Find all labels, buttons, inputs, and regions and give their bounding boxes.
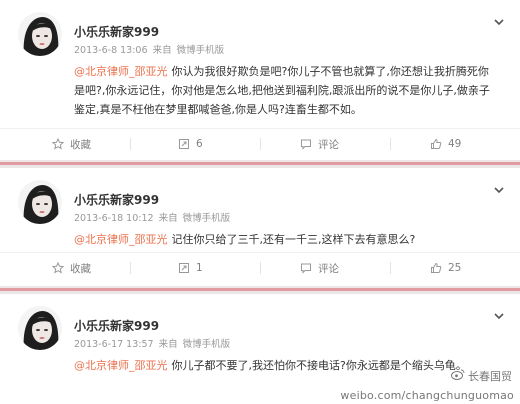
post-separator-line [0, 288, 520, 291]
comment-button[interactable]: 评论 [300, 253, 339, 283]
chevron-down-icon[interactable] [492, 14, 506, 28]
post-meta: 2013-6-8 13:06 来自 微博手机版 [74, 42, 224, 56]
post-meta: 2013-6-18 10:12 来自 微博手机版 [74, 210, 230, 224]
repost-count: 1 [196, 262, 203, 274]
thumbs-up-icon [430, 262, 442, 274]
post-username[interactable]: 小乐乐新家999 [74, 23, 159, 40]
star-icon [52, 262, 64, 274]
post-time[interactable]: 2013-6-8 13:06 [74, 45, 148, 56]
source-prefix: 来自 [152, 45, 172, 56]
favorite-label: 收藏 [70, 138, 91, 151]
post-meta: 2013-6-17 13:57 来自 微博手机版 [74, 336, 230, 350]
repost-button[interactable]: 6 [178, 129, 203, 159]
favorite-button[interactable]: 收藏 [52, 253, 91, 283]
post-username[interactable]: 小乐乐新家999 [74, 191, 159, 208]
weibo-logo-icon [451, 369, 465, 383]
avatar[interactable] [18, 306, 62, 350]
like-count: 25 [448, 262, 462, 274]
post-source[interactable]: 微博手机版 [183, 339, 231, 350]
star-icon [52, 138, 64, 150]
favorite-label: 收藏 [70, 262, 91, 275]
favorite-button[interactable]: 收藏 [52, 129, 91, 159]
divider [130, 262, 131, 274]
repost-button[interactable]: 1 [178, 253, 203, 283]
watermark: 长春国贸 weibo.com/changchunguomao [314, 362, 514, 402]
repost-icon [178, 262, 190, 274]
post-actions: 收藏 1 评论 25 [0, 252, 520, 282]
post-text: @北京律师_邵亚光 记住你只给了三千,还有一千三,这样下去有意思么? [74, 230, 494, 249]
divider [390, 138, 391, 150]
post-actions: 收藏 6 评论 49 [0, 128, 520, 158]
post-body: 记住你只给了三千,还有一千三,这样下去有意思么? [171, 233, 416, 246]
post-username[interactable]: 小乐乐新家999 [74, 317, 159, 334]
thumbs-up-icon [430, 138, 442, 150]
divider [390, 262, 391, 274]
like-count: 49 [448, 138, 462, 150]
mention-link[interactable]: @北京律师_邵亚光 [74, 233, 168, 246]
post-card: 小乐乐新家999 2013-6-8 13:06 来自 微博手机版 @北京律师_邵… [0, 0, 520, 160]
mention-link[interactable]: @北京律师_邵亚光 [74, 359, 168, 372]
chevron-down-icon[interactable] [492, 308, 506, 322]
repost-count: 6 [196, 138, 203, 150]
divider [130, 138, 131, 150]
watermark-url: weibo.com/changchunguomao [340, 389, 514, 402]
comment-icon [300, 138, 312, 150]
comment-label: 评论 [318, 262, 339, 275]
comment-icon [300, 262, 312, 274]
post-source[interactable]: 微博手机版 [177, 45, 225, 56]
watermark-brand: 长春国贸 [451, 368, 512, 384]
avatar[interactable] [18, 180, 62, 224]
source-prefix: 来自 [158, 339, 178, 350]
like-button[interactable]: 49 [430, 129, 461, 159]
comment-button[interactable]: 评论 [300, 129, 339, 159]
post-source[interactable]: 微博手机版 [183, 213, 231, 224]
post-card: 小乐乐新家999 2013-6-18 10:12 来自 微博手机版 @北京律师_… [0, 168, 520, 286]
post-time[interactable]: 2013-6-18 10:12 [74, 213, 154, 224]
source-prefix: 来自 [158, 213, 178, 224]
mention-link[interactable]: @北京律师_邵亚光 [74, 65, 168, 78]
divider [260, 138, 261, 150]
watermark-brand-text: 长春国贸 [468, 370, 512, 383]
comment-label: 评论 [318, 138, 339, 151]
repost-icon [178, 138, 190, 150]
post-time[interactable]: 2013-6-17 13:57 [74, 339, 154, 350]
divider [260, 262, 261, 274]
chevron-down-icon[interactable] [492, 182, 506, 196]
avatar[interactable] [18, 12, 62, 56]
like-button[interactable]: 25 [430, 253, 461, 283]
post-text: @北京律师_邵亚光 你认为我很好欺负是吧?你儿子不管也就算了,你还想让我折腾死你是… [74, 62, 494, 119]
post-separator-line [0, 162, 520, 165]
